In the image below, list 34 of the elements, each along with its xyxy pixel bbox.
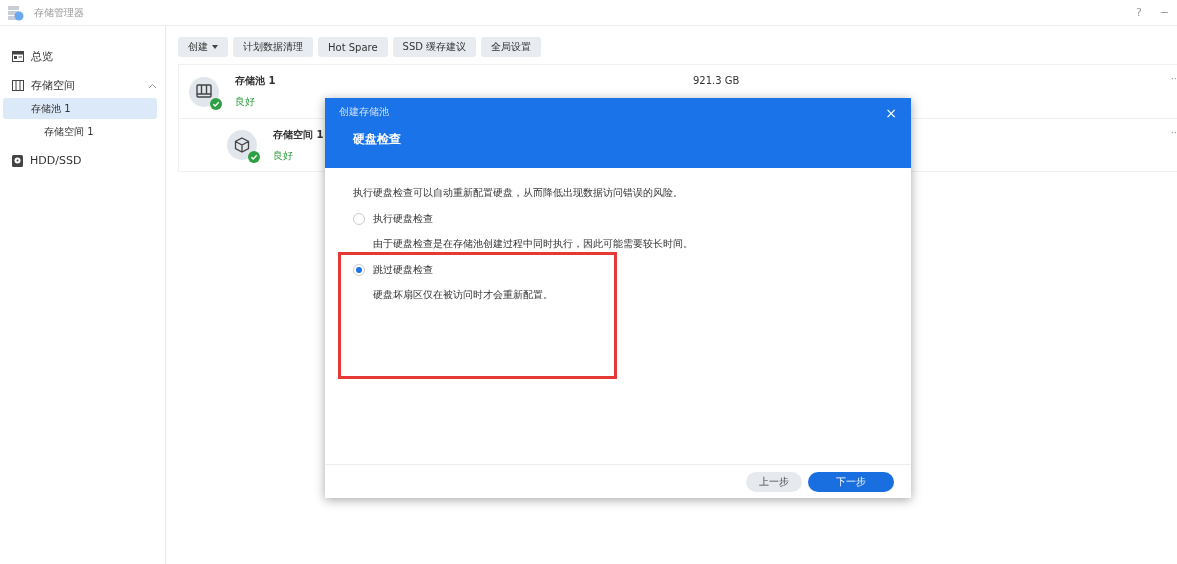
size-text: 921.3 GB [693,75,740,86]
dialog-title: 硬盘检查 [352,131,401,148]
toolbar-button[interactable]: 全局设置 [481,37,542,57]
sidebar-item[interactable]: 总览 [3,46,157,67]
server-icon [196,84,212,99]
intro-text: 执行硬盘检查可以自动重新配置硬盘，从而降低出现数据访问错误的风险。 [353,186,683,200]
sidebar-item[interactable]: HDD/SSD [3,150,157,171]
app-icon [8,4,24,21]
storage-icon [12,80,24,91]
status-text: 良好 [273,148,293,163]
radio-option[interactable]: 跳过硬盘检查 [353,263,433,277]
check-icon [248,151,260,163]
item-name: 存储池 1 [235,74,276,88]
next-button[interactable]: 下一步 [808,471,894,492]
check-icon [210,97,222,110]
sidebar-item[interactable]: 存储空间 [3,75,157,96]
dialog-caption: 创建存储池 [339,105,389,119]
window-title: 存储管理器 [34,5,85,20]
dashboard-icon [12,51,24,62]
item-name: 存储空间 1 [273,127,324,142]
toolbar-button[interactable]: Hot Spare [318,37,388,57]
back-button[interactable]: 上一步 [746,471,802,492]
sidebar-item[interactable]: 存储池 1 [3,98,157,119]
option-note: 由于硬盘检查是在存储池创建过程中同时执行，因此可能需要较长时间。 [373,237,693,251]
close-button[interactable]: × [885,105,897,121]
toolbar-button[interactable]: 计划数据清理 [233,37,313,57]
sidebar-item[interactable]: 存储空间 1 [3,121,157,142]
status-text: 良好 [235,95,255,109]
chevron-icon[interactable] [148,82,157,89]
toolbar-button[interactable]: 创建 [178,37,228,57]
toolbar-button[interactable]: SSD 缓存建议 [392,37,477,57]
radio-option[interactable]: 执行硬盘检查 [353,212,433,226]
cube-icon [234,137,250,153]
option-note: 硬盘坏扇区仅在被访问时才会重新配置。 [373,288,553,302]
